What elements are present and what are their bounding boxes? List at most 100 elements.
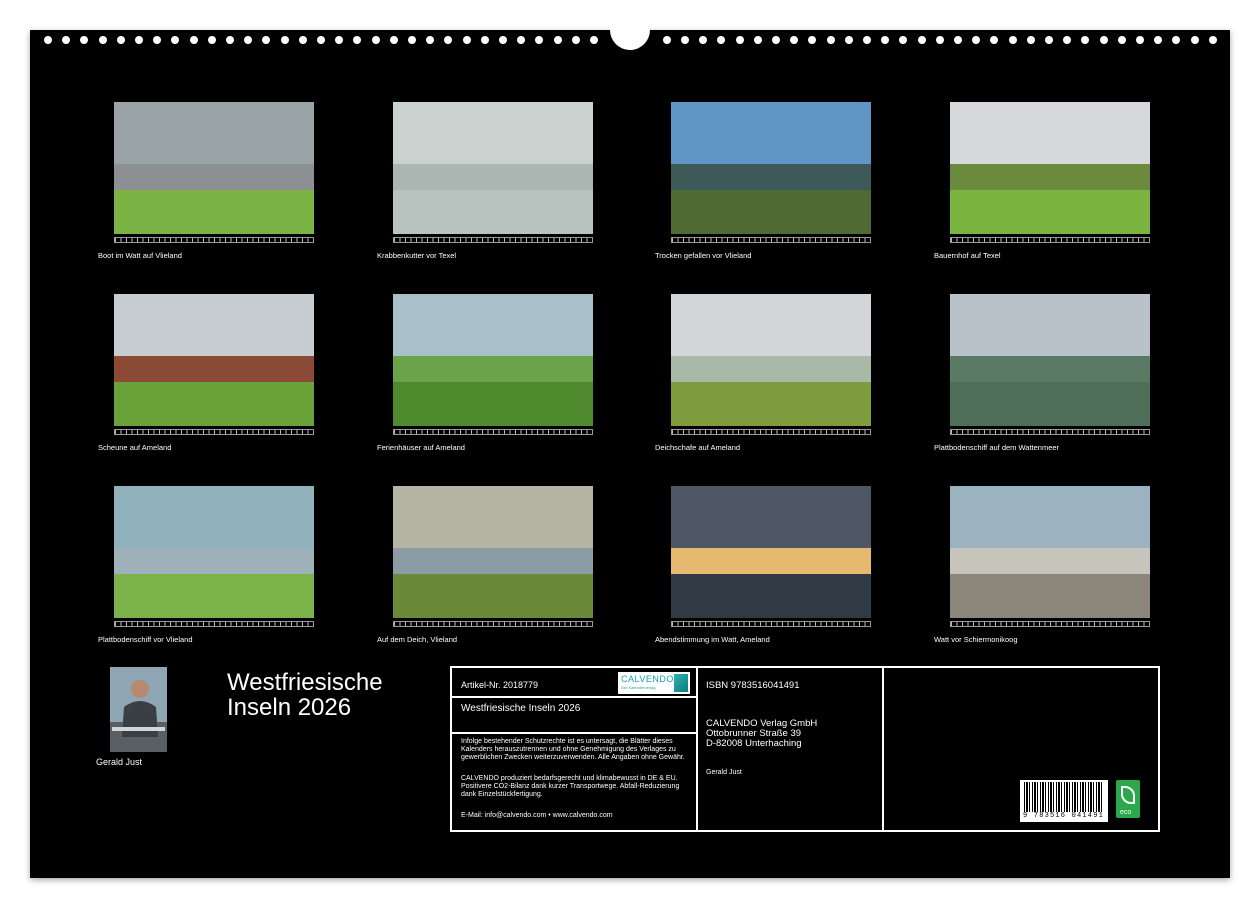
info-calendar-title: Westfriesische Inseln 2026 (461, 703, 581, 714)
binding-hole (262, 36, 271, 44)
binding-hole (1045, 36, 1053, 44)
binding-hole (62, 36, 71, 44)
month-day-grid (950, 237, 1150, 243)
binding-hole (189, 36, 198, 44)
month-day-grid (114, 237, 314, 243)
month-caption: Abendstimmung im Watt, Ameland (655, 635, 770, 644)
binding-hole (1008, 36, 1017, 44)
article-number: Artikel-Nr. 2018779 (461, 680, 539, 690)
photo-water (671, 164, 871, 194)
binding-hole (207, 36, 216, 44)
month-thumbnail: Krabbenkutter vor Texel (377, 102, 593, 260)
photo-water (114, 356, 314, 386)
binding-hole (244, 36, 253, 44)
info-divider (696, 668, 698, 830)
photo-water (393, 356, 593, 386)
binding-hole (535, 36, 544, 44)
binding-hole (408, 36, 416, 44)
binding-hole (1099, 36, 1108, 44)
month-caption: Trocken gefallen vor Vlieland (655, 251, 752, 260)
month-thumbnail: Boot im Watt auf Vlieland (98, 102, 314, 260)
logo-subtext: Der Kalenderverlag (621, 685, 656, 690)
photo-ground (950, 190, 1150, 234)
photo-water (950, 548, 1150, 578)
photo-ground (114, 382, 314, 426)
binding-hole (80, 36, 89, 44)
month-day-grid (393, 429, 593, 435)
photo-ground (950, 574, 1150, 618)
month-day-grid (114, 621, 314, 627)
binding-hole (662, 36, 671, 44)
info-divider (452, 696, 696, 698)
photo-ground (671, 574, 871, 618)
binding-hole (717, 36, 726, 44)
binding-hole (1063, 36, 1072, 44)
binding-hole (844, 36, 853, 44)
month-day-grid (393, 621, 593, 627)
month-photo (114, 486, 314, 618)
binding-hole (790, 36, 799, 44)
binding-hole (389, 36, 398, 44)
barcode-bars (1024, 782, 1104, 812)
month-photo (671, 294, 871, 426)
month-thumbnail: Abendstimmung im Watt, Ameland (655, 486, 871, 644)
binding-hole (972, 36, 981, 44)
calvendo-logo: CALVENDO Der Kalenderverlag (618, 672, 690, 694)
month-thumbnail: Ferienhäuser auf Ameland (377, 294, 593, 452)
binding-hole (772, 36, 780, 44)
month-caption: Krabbenkutter vor Texel (377, 251, 457, 260)
month-photo (671, 486, 871, 618)
binding-hole (990, 36, 999, 44)
binding-hole (1136, 36, 1144, 44)
month-day-grid (671, 237, 871, 243)
month-photo (114, 102, 314, 234)
logo-text: CALVENDO (621, 674, 674, 684)
month-day-grid (671, 621, 871, 627)
month-thumbnail: Watt vor Schiermonikoog (934, 486, 1150, 644)
binding-hole (1117, 36, 1126, 44)
photo-water (671, 356, 871, 386)
binding-hole (826, 36, 835, 44)
month-day-grid (950, 429, 1150, 435)
binding-hole (462, 36, 471, 44)
photo-water (114, 164, 314, 194)
photo-ground (950, 382, 1150, 426)
calendar-back-cover: Boot im Watt auf Vlieland Krabbenkutter v… (30, 20, 1230, 878)
leaf-icon (1121, 786, 1135, 804)
binding-hole (98, 36, 107, 44)
publisher-city: D-82008 Unterhaching (706, 738, 802, 749)
binding-hole (280, 36, 289, 44)
eco-badge: eco (1116, 780, 1140, 818)
binding-hole (1190, 36, 1199, 44)
binding-hole (353, 36, 362, 44)
contact-line: E-Mail: info@calvendo.com • www.calvendo… (461, 812, 613, 819)
photo-water (114, 548, 314, 578)
photo-water (393, 548, 593, 578)
binding-hole (1154, 36, 1163, 44)
month-caption: Auf dem Deich, Vlieland (377, 635, 458, 644)
month-caption: Plattbodenschiff auf dem Wattenmeer (934, 443, 1060, 452)
binding-hole (699, 36, 708, 44)
photo-ground (393, 382, 593, 426)
binding-hole (116, 36, 125, 44)
month-photo (393, 486, 593, 618)
binding-hole (444, 36, 453, 44)
month-caption: Deichschafe auf Ameland (655, 443, 741, 452)
calendar-title-line-2: Inseln 2026 (227, 694, 352, 721)
month-photo (950, 294, 1150, 426)
month-thumbnail: Auf dem Deich, Vlieland (377, 486, 593, 644)
binding-hole (371, 36, 380, 44)
month-caption: Watt vor Schiermonikoog (934, 635, 1018, 644)
month-caption: Ferienhäuser auf Ameland (377, 443, 465, 452)
binding-hole (863, 36, 871, 44)
photo-ground (671, 190, 871, 234)
month-thumbnail: Deichschafe auf Ameland (655, 294, 871, 452)
binding-hole (499, 36, 507, 44)
binding-hole (590, 36, 598, 44)
month-caption: Scheune auf Ameland (98, 443, 172, 452)
binding-hole (1208, 36, 1217, 44)
author-name: Gerald Just (96, 757, 143, 767)
binding-hole (1081, 36, 1090, 44)
month-day-grid (671, 429, 871, 435)
month-photo (393, 294, 593, 426)
